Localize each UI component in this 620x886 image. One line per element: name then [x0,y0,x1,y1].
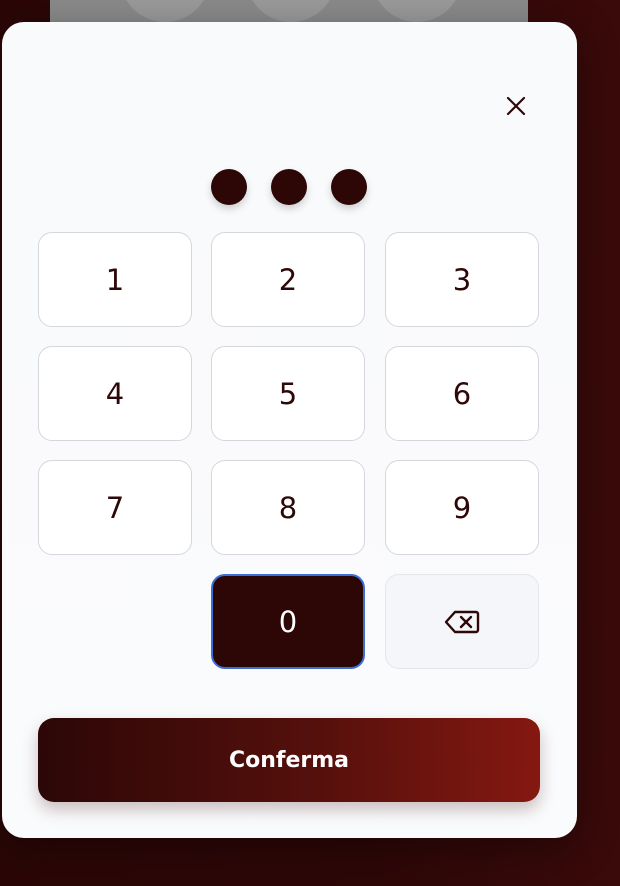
close-button[interactable] [496,86,536,126]
pin-dot-filled [331,169,367,205]
key-3[interactable]: 3 [385,232,539,327]
key-7[interactable]: 7 [38,460,192,555]
pin-dot-filled [271,169,307,205]
background-keypad-key [246,0,336,22]
confirm-button[interactable]: Conferma [38,718,540,802]
key-6[interactable]: 6 [385,346,539,441]
key-1[interactable]: 1 [38,232,192,327]
pin-dot-filled [211,169,247,205]
pin-entry-modal: 1 2 3 4 5 6 7 8 9 0 [2,22,577,838]
key-9[interactable]: 9 [385,460,539,555]
backspace-button[interactable] [385,574,539,669]
key-4[interactable]: 4 [38,346,192,441]
background-keypad-key [120,0,210,22]
backspace-icon [444,610,480,633]
key-5[interactable]: 5 [211,346,365,441]
key-0[interactable]: 0 [211,574,365,669]
key-2[interactable]: 2 [211,232,365,327]
close-icon [506,96,526,116]
background-keypad-key [372,0,462,22]
key-8[interactable]: 8 [211,460,365,555]
